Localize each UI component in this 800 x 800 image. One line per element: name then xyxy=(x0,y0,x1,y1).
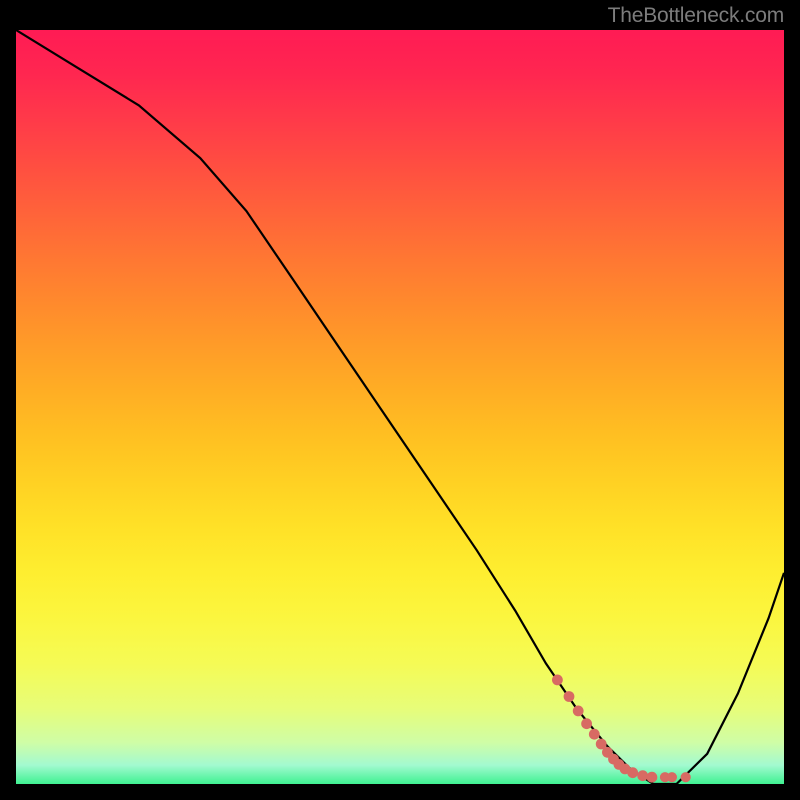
chart-svg xyxy=(16,30,784,784)
chart-frame xyxy=(16,30,784,784)
chart-background xyxy=(16,30,784,784)
watermark: TheBottleneck.com xyxy=(608,4,784,28)
